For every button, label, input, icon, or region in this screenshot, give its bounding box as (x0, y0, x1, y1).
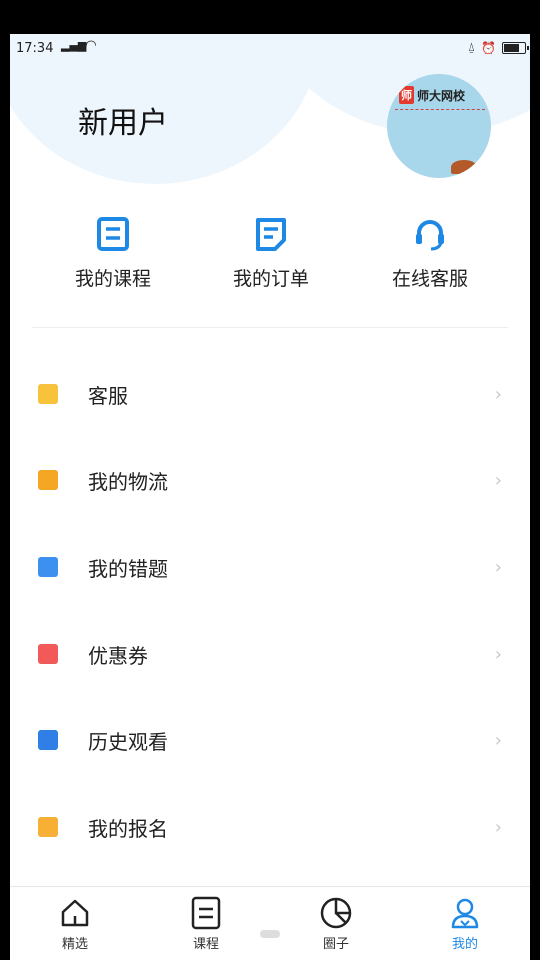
avatar-figure (451, 160, 477, 174)
chevron-right-icon: › (494, 384, 502, 405)
tab-label: 我的 (451, 937, 478, 952)
wifi-icon: ◜◝ (86, 38, 97, 53)
menu-item-label: 我的物流 (88, 470, 168, 494)
quick-action-label: 我的课程 (74, 268, 151, 290)
menu-item-coupons[interactable]: 优惠券 › (10, 610, 530, 696)
quick-action-label: 在线客服 (391, 268, 468, 290)
order-icon (251, 214, 291, 254)
logistics-icon (38, 470, 58, 490)
menu-item-history[interactable]: 历史观看 › (10, 696, 530, 782)
username[interactable]: 新用户 (78, 98, 168, 142)
status-right: ⍙ ⏰ (467, 40, 529, 55)
menu-item-label: 历史观看 (88, 730, 168, 754)
history-icon (38, 730, 58, 750)
bottom-tab-bar: 精选 课程 圈子 我的 (10, 886, 530, 960)
quick-action-label: 我的订单 (232, 268, 309, 290)
tab-label: 圈子 (322, 937, 349, 952)
headset-icon (410, 214, 450, 254)
menu-item-label: 我的报名 (88, 817, 168, 841)
chevron-right-icon: › (494, 557, 502, 578)
menu-item-registration[interactable]: 我的报名 › (10, 783, 530, 869)
avatar-brand-mark: 师 (399, 86, 414, 104)
status-bar: 17:34 ▂▄▆ ◜◝ ⍙ ⏰ (10, 34, 530, 64)
avatar-brand-name: 师大网校 (417, 88, 466, 103)
registration-icon (38, 817, 58, 837)
tab-circle[interactable]: 圈子 (301, 895, 371, 952)
home-icon (40, 895, 110, 931)
alarm-icon: ⍙ (467, 40, 476, 54)
menu-item-label: 优惠券 (88, 644, 148, 668)
avatar-slogan (395, 109, 485, 113)
course-list-icon (171, 895, 241, 931)
signal-icon: ▂▄▆ (61, 39, 87, 52)
wrong-questions-icon (38, 557, 58, 577)
menu-item-label: 客服 (88, 384, 128, 408)
quick-action-customer-service[interactable]: 在线客服 (370, 214, 490, 291)
screen: 17:34 ▂▄▆ ◜◝ ⍙ ⏰ 新用户 师 师大网校 我的课程 我的订单 在线… (10, 34, 530, 960)
menu-item-logistics[interactable]: 我的物流 › (10, 436, 530, 522)
profile-icon (430, 895, 500, 931)
menu-item-service[interactable]: 客服 › (10, 350, 530, 436)
chevron-right-icon: › (494, 644, 502, 665)
tab-courses[interactable]: 课程 (171, 895, 241, 952)
quick-action-orders[interactable]: 我的订单 (211, 214, 331, 291)
course-icon (93, 214, 133, 254)
chevron-right-icon: › (494, 470, 502, 491)
tab-mine[interactable]: 我的 (430, 895, 500, 952)
tab-label: 精选 (61, 937, 88, 952)
menu-item-label: 我的错题 (88, 557, 168, 581)
divider (32, 327, 508, 328)
avatar-brand: 师 师大网校 (399, 86, 465, 104)
battery-icon (502, 41, 529, 54)
avatar[interactable]: 师 师大网校 (387, 74, 491, 178)
tab-featured[interactable]: 精选 (40, 895, 110, 952)
quick-action-courses[interactable]: 我的课程 (53, 214, 173, 291)
gesture-pill (260, 930, 280, 938)
coupon-icon (38, 644, 58, 664)
status-time: 17:34 (16, 41, 54, 56)
circle-chart-icon (301, 895, 371, 931)
service-icon (38, 384, 58, 404)
tab-label: 课程 (192, 937, 219, 952)
menu-item-wrong-questions[interactable]: 我的错题 › (10, 523, 530, 609)
chevron-right-icon: › (494, 817, 502, 838)
chevron-right-icon: › (494, 730, 502, 751)
clock-icon: ⏰ (481, 40, 496, 55)
